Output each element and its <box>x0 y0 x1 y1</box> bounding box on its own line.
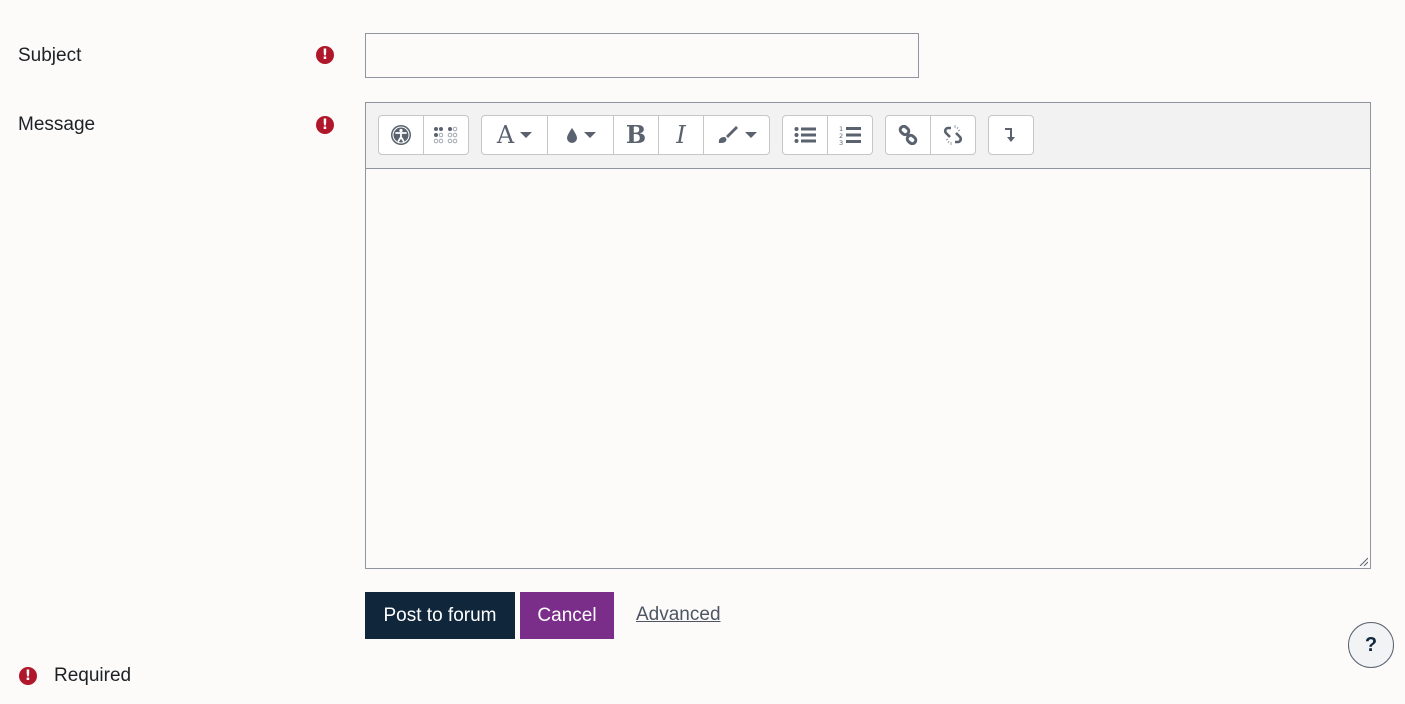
background-color-dropdown-icon <box>718 126 738 143</box>
message-label: Message <box>18 114 96 135</box>
chevron-down-icon <box>744 132 757 138</box>
accessibility-checker-button[interactable] <box>379 116 424 154</box>
font-color-dropdown-icon <box>566 128 577 143</box>
toolbar-group-links <box>885 115 976 155</box>
accessibility-checker-icon <box>390 125 411 145</box>
resize-handle-icon[interactable] <box>1358 556 1368 566</box>
cancel-button[interactable]: Cancel <box>520 592 614 639</box>
italic-button[interactable]: I <box>659 116 704 154</box>
toggle-more-toolbar-icon <box>1005 128 1015 142</box>
unordered-list-button[interactable] <box>783 116 828 154</box>
editor-toolbar: A B I 1 2 3 <box>366 103 1370 169</box>
post-to-forum-button[interactable]: Post to forum <box>365 592 515 639</box>
subject-label: Subject <box>18 45 82 66</box>
svg-text:3: 3 <box>839 139 843 145</box>
link-icon <box>898 125 918 145</box>
toolbar-group-accessibility <box>378 115 469 155</box>
font-color-button[interactable] <box>548 116 614 154</box>
toggle-more-toolbar-button[interactable] <box>989 116 1033 154</box>
screenreader-helper-button[interactable] <box>424 116 469 154</box>
advanced-link[interactable]: Advanced <box>636 604 721 626</box>
link-button[interactable] <box>886 116 931 154</box>
required-legend-label: Required <box>54 665 132 686</box>
help-button[interactable]: ? <box>1348 622 1394 668</box>
subject-input[interactable] <box>365 33 919 78</box>
unlink-button[interactable] <box>931 116 976 154</box>
message-editor: A B I 1 2 3 <box>365 102 1371 569</box>
font-style-button[interactable]: A <box>482 116 548 154</box>
font-style-dropdown-icon: A <box>496 121 515 149</box>
message-content-area[interactable] <box>366 169 1370 568</box>
bold-icon: B <box>625 120 647 149</box>
ordered-list-button[interactable]: 123 <box>828 116 873 154</box>
required-icon: ! <box>19 667 37 685</box>
background-color-button[interactable] <box>704 116 769 154</box>
required-icon: ! <box>316 46 334 64</box>
toolbar-group-more <box>988 115 1034 155</box>
bold-button[interactable]: B <box>614 116 659 154</box>
chevron-down-icon <box>520 132 533 138</box>
required-icon: ! <box>316 116 334 134</box>
toolbar-group-lists: 123 <box>782 115 873 155</box>
unlink-icon <box>943 125 962 145</box>
chevron-down-icon <box>583 132 596 138</box>
toolbar-group-formatting: A B I <box>481 115 770 155</box>
ordered-list-icon: 123 <box>839 125 861 145</box>
unordered-list-icon <box>794 127 816 143</box>
italic-icon: I <box>676 121 686 149</box>
braille-screenreader-helper-icon <box>433 126 458 144</box>
